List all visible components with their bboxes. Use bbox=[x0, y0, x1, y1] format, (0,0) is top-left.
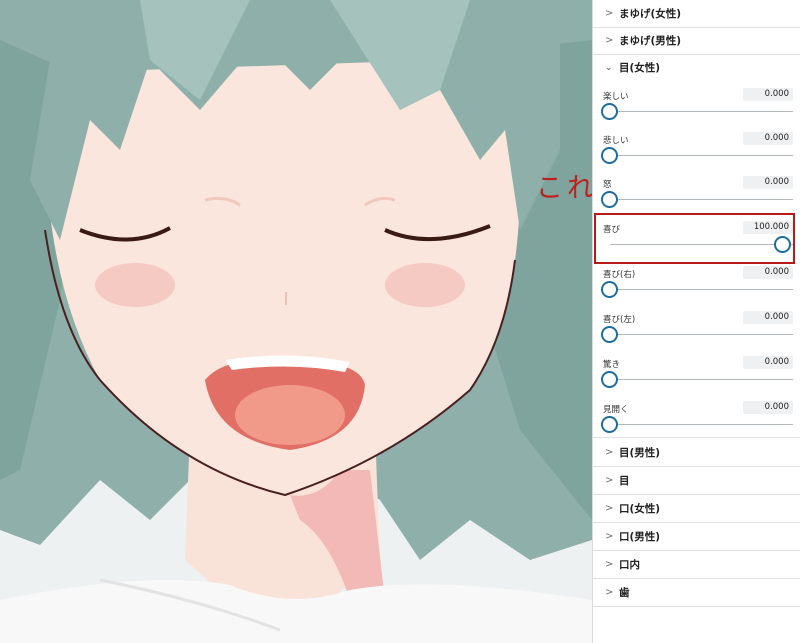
section-eye[interactable]: > 目 bbox=[593, 467, 800, 495]
chevron-right-icon: > bbox=[605, 35, 614, 46]
chevron-right-icon: > bbox=[605, 531, 614, 542]
slider-value-input[interactable]: 0.000 bbox=[743, 356, 793, 369]
slider-knob[interactable] bbox=[774, 236, 791, 253]
section-mouth-male[interactable]: > 口(男性) bbox=[593, 523, 800, 551]
avatar-viewport[interactable]: これを bbox=[0, 0, 592, 643]
avatar-render bbox=[0, 0, 592, 643]
section-label: 歯 bbox=[619, 587, 630, 599]
slider-track[interactable] bbox=[610, 289, 793, 290]
slider-row: 喜び(右) 0.000 bbox=[593, 264, 800, 308]
slider-row: 楽しい 0.000 bbox=[593, 86, 800, 130]
slider-knob[interactable] bbox=[601, 281, 618, 298]
slider-row: 喜び(左) 0.000 bbox=[593, 309, 800, 353]
slider-track[interactable] bbox=[610, 424, 793, 425]
slider-label: 喜び(右) bbox=[603, 270, 636, 280]
slider-value-input[interactable]: 100.000 bbox=[743, 221, 793, 234]
slider-value-input[interactable]: 0.000 bbox=[743, 132, 793, 145]
slider-label: 怒 bbox=[603, 180, 612, 190]
slider-value-input[interactable]: 0.000 bbox=[743, 401, 793, 414]
section-eye-female: ⌄ 目(女性) 楽しい 0.000 悲しい 0.000 怒 0.000 喜び 10… bbox=[593, 54, 800, 438]
section-mayuge-female[interactable]: > まゆげ(女性) bbox=[593, 0, 800, 28]
chevron-right-icon: > bbox=[605, 559, 614, 570]
slider-label: 喜び(左) bbox=[603, 315, 636, 325]
section-label: 目(男性) bbox=[619, 447, 661, 459]
section-label: 目(女性) bbox=[619, 62, 661, 74]
slider-knob[interactable] bbox=[601, 147, 618, 164]
section-mouth-female[interactable]: > 口(女性) bbox=[593, 495, 800, 523]
slider-value-input[interactable]: 0.000 bbox=[743, 88, 793, 101]
slider-knob[interactable] bbox=[601, 326, 618, 343]
slider-label: 楽しい bbox=[603, 92, 629, 102]
blendshape-panel: > まゆげ(女性) > まゆげ(男性) ⌄ 目(女性) 楽しい 0.000 悲しい 0… bbox=[592, 0, 800, 643]
chevron-right-icon: > bbox=[605, 503, 614, 514]
slider-value-input[interactable]: 0.000 bbox=[743, 176, 793, 189]
slider-track[interactable] bbox=[610, 244, 793, 245]
section-label: 目 bbox=[619, 475, 630, 487]
slider-knob[interactable] bbox=[601, 191, 618, 208]
section-eye-female-header[interactable]: ⌄ 目(女性) bbox=[593, 54, 800, 81]
section-label: 口(男性) bbox=[619, 531, 661, 543]
annotation-label: これを bbox=[536, 173, 592, 204]
slider-row: 喜び 100.000 bbox=[593, 219, 800, 263]
slider-value-input[interactable]: 0.000 bbox=[743, 266, 793, 279]
section-mouth-inside[interactable]: > 口内 bbox=[593, 551, 800, 579]
chevron-right-icon: > bbox=[605, 447, 614, 458]
slider-track[interactable] bbox=[610, 155, 793, 156]
slider-row: 悲しい 0.000 bbox=[593, 130, 800, 174]
chevron-right-icon: > bbox=[605, 587, 614, 598]
slider-row: 怒 0.000 bbox=[593, 174, 800, 218]
section-mayuge-male[interactable]: > まゆげ(男性) bbox=[593, 27, 800, 55]
slider-label: 喜び bbox=[603, 225, 621, 235]
section-label: まゆげ(女性) bbox=[619, 8, 682, 20]
slider-label: 見開く bbox=[603, 405, 629, 415]
slider-value-input[interactable]: 0.000 bbox=[743, 311, 793, 324]
slider-row: 見開く 0.000 bbox=[593, 399, 800, 443]
slider-label: 悲しい bbox=[603, 136, 629, 146]
slider-track[interactable] bbox=[610, 334, 793, 335]
section-label: 口(女性) bbox=[619, 503, 661, 515]
slider-track[interactable] bbox=[610, 111, 793, 112]
section-label: まゆげ(男性) bbox=[619, 35, 682, 47]
slider-knob[interactable] bbox=[601, 371, 618, 388]
slider-label: 驚き bbox=[603, 360, 621, 370]
chevron-right-icon: > bbox=[605, 475, 614, 486]
chevron-right-icon: > bbox=[605, 8, 614, 19]
section-label: 口内 bbox=[619, 559, 640, 571]
section-eye-male[interactable]: > 目(男性) bbox=[593, 439, 800, 467]
section-teeth[interactable]: > 歯 bbox=[593, 579, 800, 607]
slider-knob[interactable] bbox=[601, 103, 618, 120]
slider-knob[interactable] bbox=[601, 416, 618, 433]
slider-track[interactable] bbox=[610, 379, 793, 380]
chevron-down-icon: ⌄ bbox=[605, 62, 613, 73]
slider-row: 驚き 0.000 bbox=[593, 354, 800, 398]
slider-track[interactable] bbox=[610, 199, 793, 200]
